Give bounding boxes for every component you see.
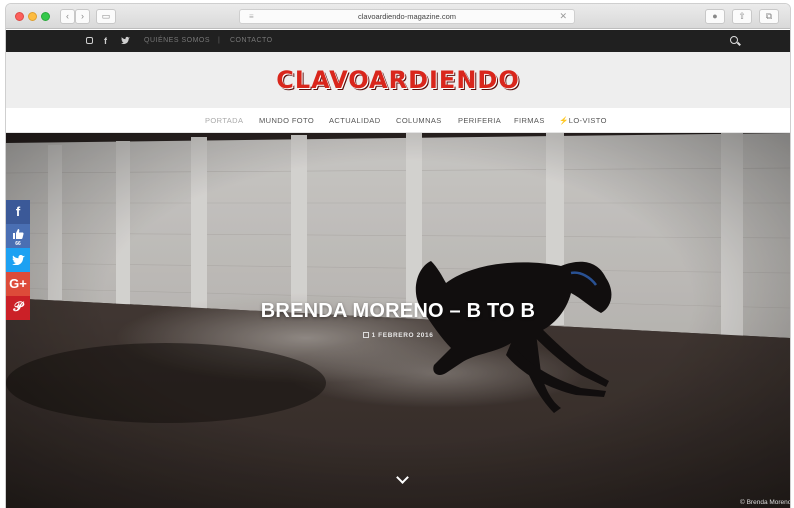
hero-title[interactable]: BRENDA MORENO – B TO B <box>6 300 790 323</box>
nav-item-periferia[interactable]: PERIFERIA <box>458 108 501 133</box>
nav-item-firmas[interactable]: FIRMAS <box>514 108 545 133</box>
like-count: 66 <box>15 241 21 247</box>
facebook-icon[interactable]: f <box>104 30 107 52</box>
contacto-link[interactable]: CONTACTO <box>230 30 273 52</box>
bolt-icon: ⚡ <box>559 116 569 125</box>
hero-date: 1 FEBRERO 2016 <box>6 332 790 339</box>
share-icon: ⇧ <box>738 11 746 21</box>
pinterest-icon: 𝒫 <box>13 300 23 315</box>
zoom-window-button[interactable] <box>41 12 50 21</box>
site-top-bar: f QUIÉNES SOMOS | CONTACTO <box>6 30 790 52</box>
hero-date-text: 1 FEBRERO 2016 <box>371 332 434 339</box>
downloads-button[interactable]: ● <box>705 9 725 24</box>
nav-item-mundo-foto[interactable]: MUNDO FOTO <box>259 108 314 133</box>
minimize-window-button[interactable] <box>28 12 37 21</box>
site-logo[interactable]: CLAVOARDIENDO <box>6 66 790 94</box>
instagram-icon[interactable] <box>86 37 93 44</box>
close-icon[interactable]: ✕ <box>559 10 567 23</box>
edit-icon <box>362 332 369 338</box>
site-header: CLAVOARDIENDO <box>6 52 790 108</box>
google-plus-share-button[interactable]: G+ <box>6 272 30 296</box>
nav-item-columnas[interactable]: COLUMNAS <box>396 108 442 133</box>
sidebar-icon: ▭ <box>101 11 111 21</box>
google-plus-icon: G+ <box>9 276 27 291</box>
twitter-icon <box>11 254 25 266</box>
nav-item-portada[interactable]: PORTADA <box>205 108 243 133</box>
twitter-icon[interactable] <box>121 30 130 52</box>
facebook-icon: f <box>15 204 21 219</box>
pinterest-share-button[interactable]: 𝒫 <box>6 296 30 320</box>
browser-window: ‹ › ▭ ≡ clavoardiendo-magazine.com ✕ ● ⇧… <box>6 4 790 508</box>
thumbs-up-icon <box>13 229 24 239</box>
topbar-separator: | <box>218 37 221 44</box>
share-bar: f 66 G+ 𝒫 <box>6 200 30 320</box>
search-icon[interactable] <box>730 36 738 44</box>
forward-button[interactable]: › <box>75 9 90 24</box>
hero-banner[interactable]: BRENDA MORENO – B TO B 1 FEBRERO 2016 © … <box>6 133 790 508</box>
chevron-left-icon: ‹ <box>66 11 69 21</box>
like-button[interactable]: 66 <box>6 224 30 248</box>
sidebar-toggle-button[interactable]: ▭ <box>96 9 116 24</box>
tabs-icon: ⧉ <box>765 11 773 21</box>
twitter-share-button[interactable] <box>6 248 30 272</box>
browser-toolbar: ‹ › ▭ ≡ clavoardiendo-magazine.com ✕ ● ⇧… <box>6 4 790 29</box>
download-icon: ● <box>712 11 718 21</box>
share-button[interactable]: ⇧ <box>732 9 752 24</box>
nav-item-actualidad[interactable]: ACTUALIDAD <box>329 108 381 133</box>
facebook-share-button[interactable]: f <box>6 200 30 224</box>
photo-credit: © Brenda Moreno <box>740 499 790 506</box>
close-window-button[interactable] <box>15 12 24 21</box>
nav-item-lo-visto-label: LO-VISTO <box>568 116 607 125</box>
chevron-right-icon: › <box>81 11 84 21</box>
nav-item-lo-visto[interactable]: ⚡LO-VISTO <box>559 108 607 133</box>
address-bar[interactable]: ≡ clavoardiendo-magazine.com ✕ <box>239 9 575 24</box>
back-button[interactable]: ‹ <box>60 9 75 24</box>
url-text: clavoardiendo-magazine.com <box>358 12 456 21</box>
main-nav: PORTADA MUNDO FOTO ACTUALIDAD COLUMNAS P… <box>6 108 790 133</box>
tabs-button[interactable]: ⧉ <box>759 9 779 24</box>
quienes-somos-link[interactable]: QUIÉNES SOMOS <box>144 30 210 52</box>
